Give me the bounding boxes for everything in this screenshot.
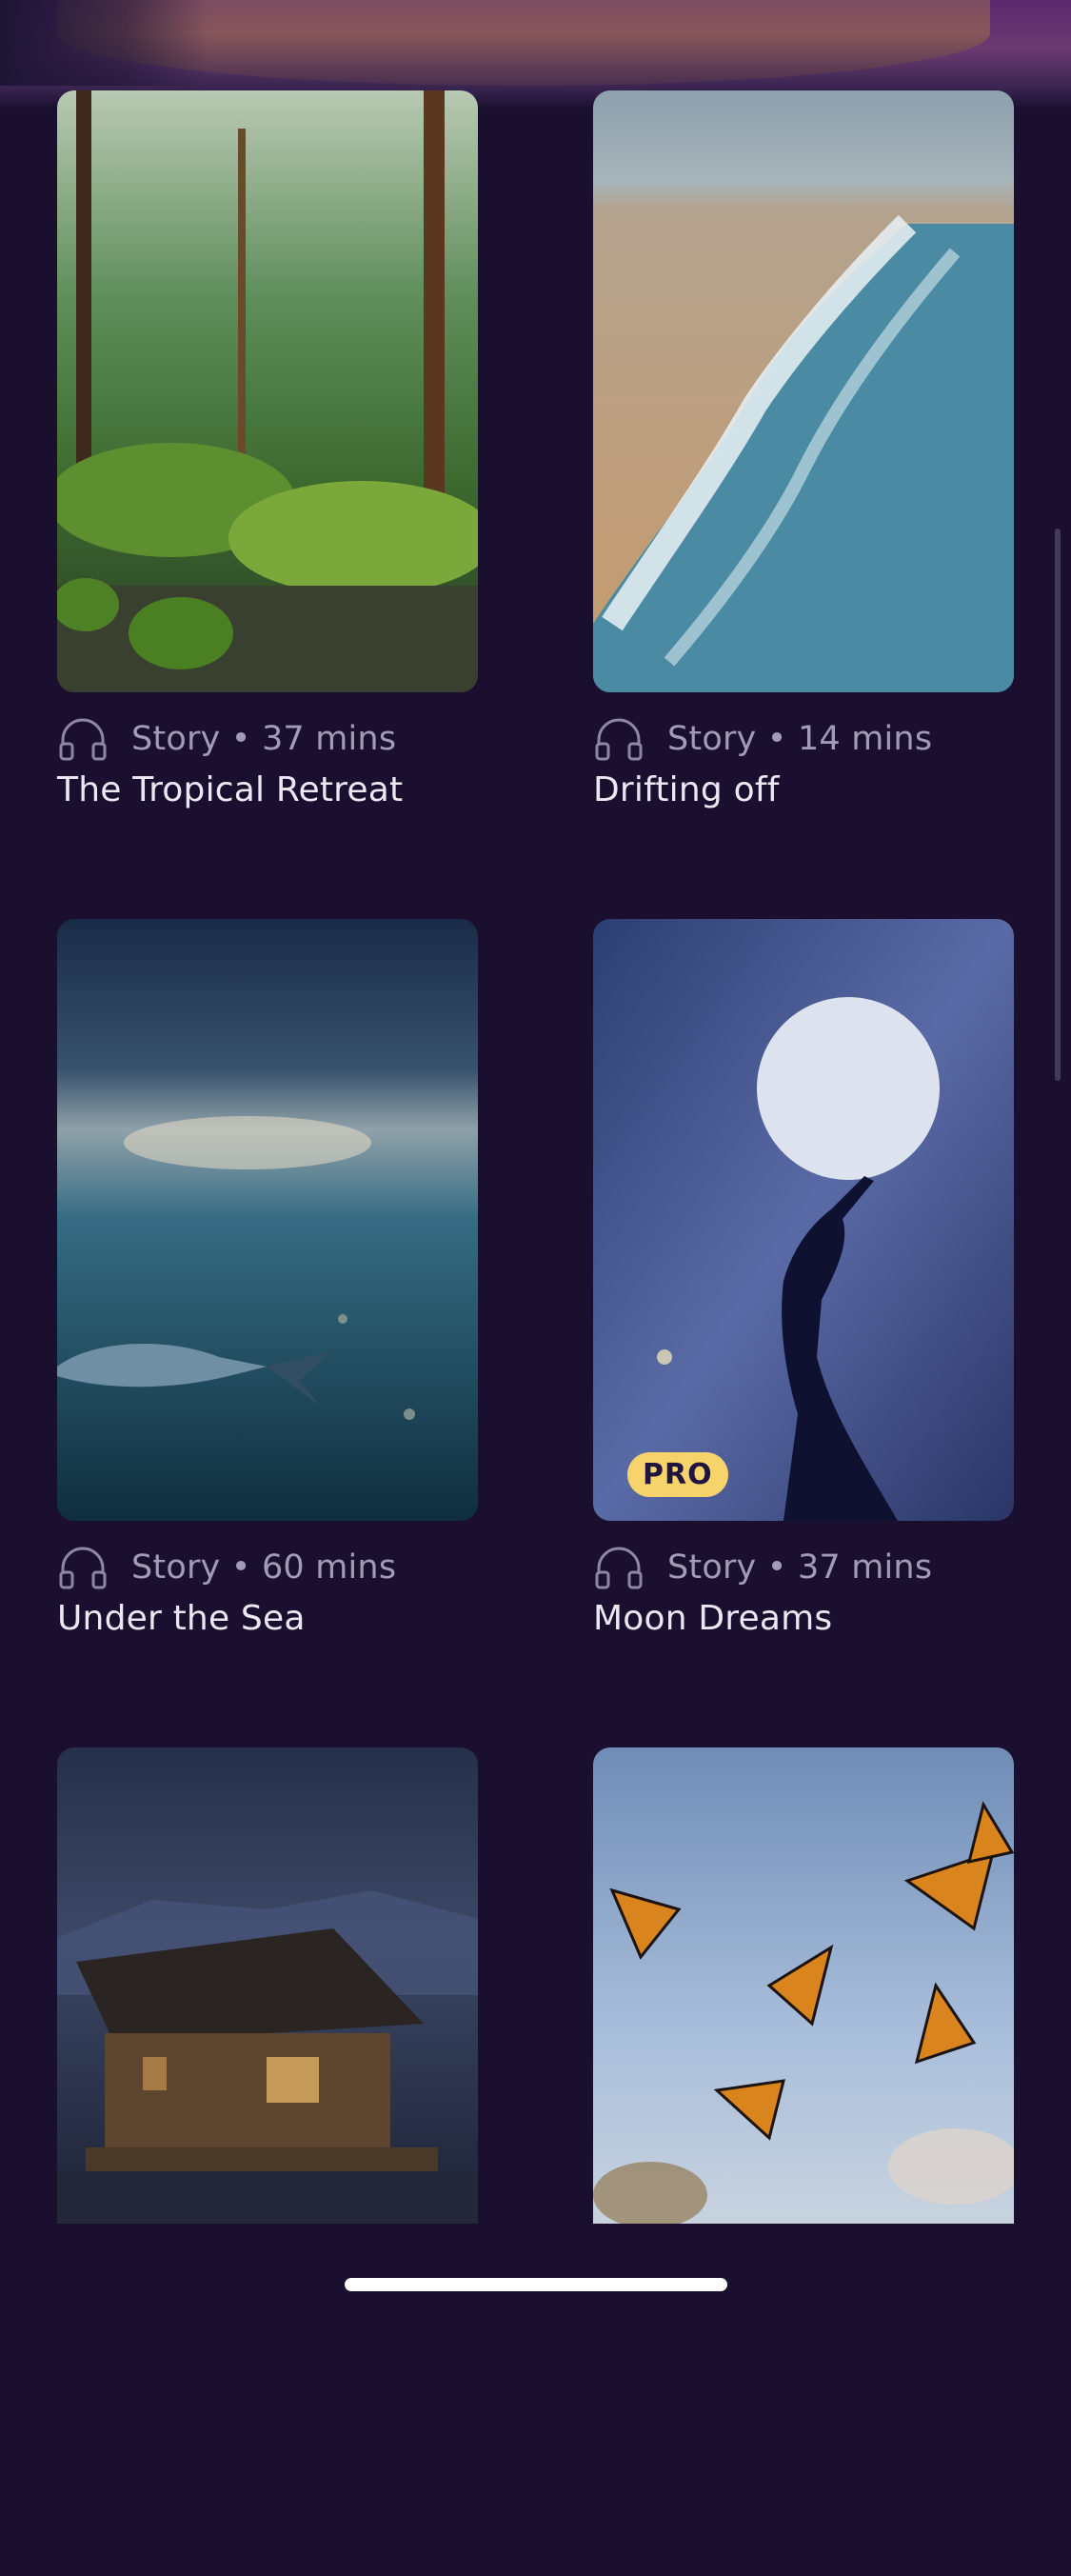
story-card-tropical-retreat[interactable]: Story • 37 mins The Tropical Retreat — [57, 90, 478, 919]
story-card-under-the-sea[interactable]: Story • 60 mins Under the Sea — [57, 919, 478, 1747]
story-title: Moon Dreams — [593, 1599, 833, 1638]
story-meta: Story • 37 mins — [131, 720, 397, 758]
story-title: The Tropical Retreat — [57, 770, 404, 809]
story-thumbnail[interactable] — [57, 1747, 478, 2224]
story-card-moon-dreams[interactable]: PRO Story • 37 mins Moon Dreams — [593, 919, 1014, 1747]
headphones-icon — [595, 718, 643, 761]
story-meta: Story • 37 mins — [667, 1548, 933, 1587]
story-card-drifting-off[interactable]: Story • 14 mins Drifting off — [593, 90, 1014, 919]
headphones-icon — [59, 718, 107, 761]
story-title: Under the Sea — [57, 1599, 306, 1638]
headphones-icon — [59, 1547, 107, 1589]
story-thumbnail[interactable] — [57, 919, 478, 1521]
story-card-butterflies[interactable] — [593, 1747, 1014, 2576]
story-thumbnail[interactable] — [57, 90, 478, 692]
story-thumbnail[interactable] — [593, 90, 1014, 692]
story-meta: Story • 14 mins — [667, 720, 933, 758]
pro-badge: PRO — [627, 1452, 728, 1497]
story-thumbnail[interactable] — [593, 1747, 1014, 2224]
story-meta: Story • 60 mins — [131, 1548, 397, 1587]
scrollbar[interactable] — [1055, 529, 1061, 1081]
story-card-rain-cabin[interactable] — [57, 1747, 478, 2576]
story-grid: Story • 37 mins The Tropical Retreat Sto… — [57, 90, 1014, 2576]
story-thumbnail[interactable]: PRO — [593, 919, 1014, 1521]
headphones-icon — [595, 1547, 643, 1589]
story-title: Drifting off — [593, 770, 780, 809]
home-indicator[interactable] — [345, 2278, 727, 2291]
